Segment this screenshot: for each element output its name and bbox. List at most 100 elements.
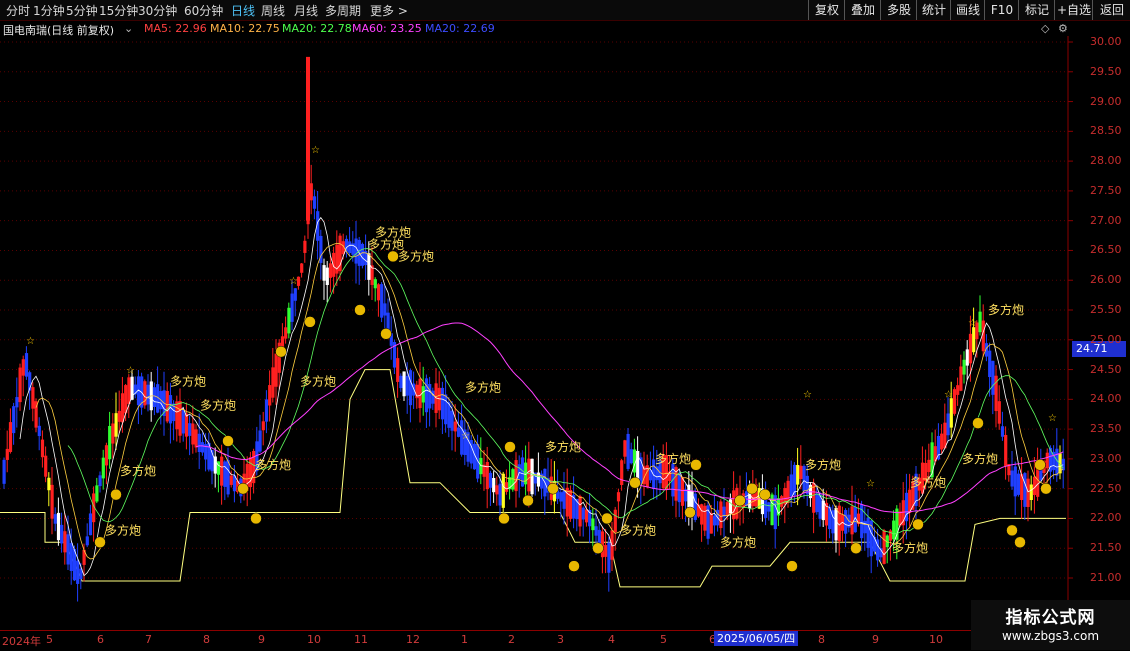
candle-body bbox=[440, 387, 445, 420]
period-tab[interactable]: 30分钟 bbox=[138, 2, 177, 19]
signal-label: 多方炮 bbox=[120, 463, 156, 478]
candle-body bbox=[1013, 466, 1017, 497]
star-icon: ☆ bbox=[311, 145, 320, 156]
y-tick-label: 24.00 bbox=[1090, 392, 1122, 406]
candle-body bbox=[492, 478, 496, 493]
candle-body bbox=[517, 464, 521, 480]
period-tab[interactable]: 60分钟 bbox=[184, 2, 223, 19]
candle-body bbox=[453, 421, 457, 432]
watermark-url: www.zbgs3.com bbox=[1001, 629, 1100, 643]
x-tick-label: 10 bbox=[929, 633, 943, 646]
star-icon: ☆ bbox=[289, 276, 298, 287]
more-periods-menu[interactable]: 更多 > bbox=[370, 2, 408, 19]
candle-body bbox=[178, 401, 182, 436]
candle-body bbox=[796, 464, 800, 485]
y-tick-label: 27.00 bbox=[1090, 213, 1122, 227]
candle-body bbox=[418, 378, 422, 409]
candle-body bbox=[287, 307, 291, 334]
candle-body bbox=[431, 390, 435, 404]
candle-body bbox=[501, 473, 505, 508]
x-tick-label: 8 bbox=[818, 633, 825, 646]
candle-body bbox=[780, 496, 784, 507]
candle-body bbox=[936, 435, 941, 460]
candle-body bbox=[44, 455, 48, 477]
candle-body bbox=[290, 293, 294, 322]
candle-body bbox=[620, 460, 624, 485]
signal-label: 多方炮 bbox=[398, 248, 434, 263]
smiley-icon bbox=[601, 512, 613, 525]
period-tab[interactable]: 多周期 bbox=[325, 2, 361, 19]
candle-body bbox=[607, 542, 611, 573]
candle-body bbox=[591, 518, 595, 531]
candle-body bbox=[108, 425, 112, 460]
candle-body bbox=[396, 358, 400, 382]
candle-body bbox=[56, 512, 61, 541]
draw-line-button[interactable]: 画线 bbox=[950, 0, 985, 20]
period-tab[interactable]: 月线 bbox=[294, 2, 318, 19]
candle-body bbox=[444, 394, 448, 425]
multi-stock-button[interactable]: 多股 bbox=[880, 0, 917, 20]
smiley-icon bbox=[504, 441, 516, 453]
candle-body bbox=[124, 385, 128, 414]
candle-body bbox=[962, 359, 966, 375]
candle-body bbox=[200, 442, 205, 453]
star-icon: ☆ bbox=[126, 366, 135, 377]
candle-body bbox=[85, 536, 89, 546]
period-tab[interactable]: 5分钟 bbox=[66, 2, 98, 19]
f10-button[interactable]: F10 bbox=[984, 0, 1019, 20]
ma20-value: MA20: 22.78 bbox=[282, 22, 352, 35]
candle-body bbox=[450, 410, 454, 431]
add-watchlist-button[interactable]: +自选 bbox=[1054, 0, 1093, 20]
candle-body bbox=[629, 449, 633, 464]
candle-body bbox=[677, 473, 681, 503]
candle-body bbox=[872, 536, 877, 552]
candle-body bbox=[12, 406, 16, 434]
candle-body bbox=[1045, 452, 1049, 469]
y-tick-label: 21.50 bbox=[1090, 541, 1122, 555]
candle-body bbox=[184, 413, 189, 437]
back-button[interactable]: 返回 bbox=[1092, 0, 1130, 20]
candle-body bbox=[703, 505, 707, 531]
candle-body bbox=[101, 457, 105, 479]
candle-body bbox=[991, 360, 995, 395]
chevron-down-icon[interactable]: ⌄ bbox=[124, 22, 133, 35]
candle-body bbox=[88, 513, 93, 536]
candle-body bbox=[264, 399, 269, 422]
candle-body bbox=[581, 507, 585, 520]
overlay-button[interactable]: 叠加 bbox=[844, 0, 881, 20]
candle-body bbox=[712, 515, 717, 526]
smiley-icon bbox=[522, 494, 534, 507]
star-icon: ☆ bbox=[803, 389, 812, 400]
candle-body bbox=[959, 366, 963, 391]
candle-body bbox=[709, 513, 713, 534]
candle-body bbox=[373, 279, 377, 289]
smiley-icon bbox=[972, 417, 984, 429]
signal-label: 多方炮 bbox=[465, 379, 501, 394]
candle-body bbox=[1010, 470, 1014, 487]
period-tab-active[interactable]: 日线 bbox=[231, 2, 255, 19]
signal-label: 多方炮 bbox=[910, 475, 946, 490]
watermark-title: 指标公式网 bbox=[1005, 608, 1096, 628]
period-tab[interactable]: 15分钟 bbox=[99, 2, 138, 19]
settings-icon[interactable]: ⚙ bbox=[1058, 22, 1068, 35]
candle-body bbox=[111, 423, 115, 444]
candle-body bbox=[181, 409, 185, 434]
fuquan-button[interactable]: 复权 bbox=[808, 0, 845, 20]
candle-body bbox=[834, 507, 838, 541]
candle-body bbox=[376, 284, 381, 301]
candle-body bbox=[24, 353, 29, 377]
period-tab[interactable]: 分时 bbox=[6, 2, 30, 19]
y-tick-label: 29.00 bbox=[1090, 94, 1122, 108]
x-tick-label: 2 bbox=[508, 633, 515, 646]
x-tick-label: 3 bbox=[557, 633, 564, 646]
mark-button[interactable]: 标记 bbox=[1018, 0, 1055, 20]
period-tab[interactable]: 周线 bbox=[261, 2, 285, 19]
smiley-icon bbox=[629, 476, 641, 489]
diamond-icon[interactable]: ◇ bbox=[1041, 22, 1049, 35]
statistics-button[interactable]: 统计 bbox=[916, 0, 951, 20]
y-tick-label: 28.00 bbox=[1090, 154, 1122, 168]
candle-body bbox=[50, 484, 54, 519]
period-tab[interactable]: 1分钟 bbox=[33, 2, 65, 19]
candle-body bbox=[559, 492, 563, 502]
candlestick-chart[interactable]: ☆☆☆☆☆☆☆☆☆☆多方炮多方炮多方炮多方炮多方炮多方炮多方炮多方炮多方炮多方炮… bbox=[0, 36, 1130, 630]
